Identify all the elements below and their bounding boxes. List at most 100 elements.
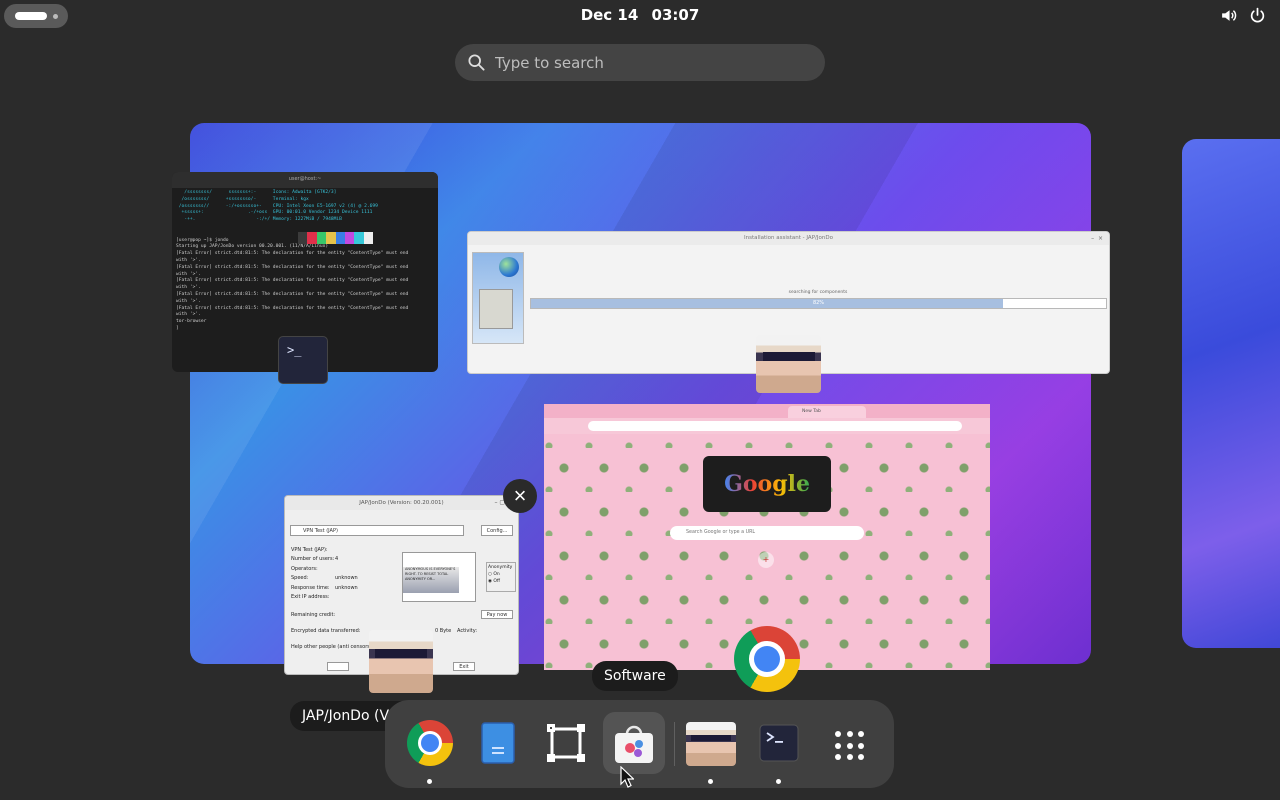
search-icon [468, 54, 485, 71]
jap-info-row: Response time: unknown [291, 584, 358, 593]
jap-info-row: Speed: unknown [291, 574, 358, 583]
terminal-line: /osssssss/ +ssssssso/- Terminal: kgx [181, 196, 309, 202]
dash-item-software[interactable] [603, 712, 665, 774]
jap-info-label: Number of users: [291, 556, 335, 563]
dash-item-chrome[interactable] [399, 712, 461, 784]
installer-title: Installation assistant - JAP/JonDo [744, 235, 833, 241]
terminal-line: -++. -:/+/ Memory: 1227MiB / 7948MiB [184, 217, 342, 223]
jap-activity-label: Activity: [457, 628, 478, 634]
software-icon [615, 725, 653, 763]
computer-icon [479, 289, 513, 329]
chrome-address-bar[interactable] [588, 421, 962, 431]
terminal-line: +sssss+: .-/+oss GPU: 00:01.0 Vendor 123… [181, 210, 373, 216]
terminal-line: with '>'. [176, 298, 201, 304]
dash-item-terminal[interactable] [748, 712, 810, 784]
add-shortcut-icon[interactable]: + [758, 552, 774, 568]
dash-item-show-apps[interactable] [816, 712, 878, 774]
jap-encrypted-value: 0 Byte [435, 628, 452, 634]
jondo-window-app-icon [756, 335, 821, 393]
jap-info-row: Operators: [291, 565, 358, 574]
clock[interactable]: Dec 14 03:07 [0, 6, 1280, 24]
terminal-color-swatch [298, 232, 373, 244]
terminal-line: [Fatal Error] strict.dtd:81:5: The decla… [176, 305, 409, 311]
jap-info-fields: Number of users:4 Operators: Speed: unknown… [291, 555, 358, 602]
top-bar: Dec 14 03:07 [0, 0, 1280, 32]
terminal-titlebar: user@host:~ [172, 172, 438, 188]
jap-help-label: Help other people (anti censorship) [291, 644, 380, 650]
jap-service-select[interactable]: VPN Test (JAP) [290, 525, 464, 536]
workspace-thumbnail-next[interactable] [1182, 139, 1280, 648]
terminal-icon [759, 724, 799, 762]
jap-info-label: Response time: [291, 584, 330, 591]
installer-status: searching for components [788, 290, 848, 295]
terminal-line: tor-browser [176, 319, 207, 325]
terminal-line: [Fatal Error] strict.dtd:81:5: The decla… [176, 264, 409, 270]
clock-date: Dec 14 [580, 6, 639, 24]
jap-ad-banner[interactable]: ANONYMOUS IS EVERYONE'S RIGHT. TO RESIST… [402, 552, 476, 602]
installer-illustration [472, 252, 524, 344]
terminal-line: with '>'. [176, 257, 201, 263]
terminal-line: [Fatal Error] strict.dtd:81:5: The decla… [176, 251, 409, 257]
mouse-pointer-icon [620, 766, 634, 788]
dash [385, 700, 894, 788]
jap-config-button[interactable]: Config... [481, 525, 513, 536]
terminal-line: /osssssss// -:/+ossssso+- CPU: Intel Xeo… [178, 203, 378, 209]
jap-anon-off-radio[interactable]: ◉ Off [488, 578, 514, 585]
jap-info-value: unknown [335, 584, 358, 591]
chrome-tab[interactable]: New Tab [788, 406, 866, 418]
terminal-line: [Fatal Error] strict.dtd:81:5: The decla… [176, 278, 409, 284]
installer-progress-bar: 82% [530, 298, 1107, 309]
jap-anonymity-label: Anonymity [488, 565, 513, 570]
tooltip-software: Software [592, 661, 678, 691]
terminal-line: with '>'. [176, 312, 201, 318]
chrome-window-app-icon [734, 626, 800, 692]
screenshot-icon [547, 724, 585, 762]
jap-ad-text: ANONYMOUS IS EVERYONE'S RIGHT. TO RESIST… [405, 567, 456, 581]
jap-exit-button[interactable]: Exit [453, 662, 475, 671]
installer-close-icon[interactable]: – × [1091, 232, 1103, 245]
jap-titlebar: JAP/JonDo (Version: 00.20.001) – ▢ × [285, 496, 518, 510]
chrome-toolbar [544, 418, 990, 434]
jap-remaining-label: Remaining credit: [291, 612, 336, 618]
volume-icon [1222, 10, 1237, 21]
globe-icon [499, 257, 519, 277]
power-icon [1250, 7, 1265, 23]
dash-item-jondo[interactable] [680, 712, 742, 784]
dash-separator [674, 722, 675, 766]
terminal-line: [user@pop ~]$ jondo [176, 237, 229, 243]
terminal-output: /ssssssss/ sssssss+:- Icons: Adwaita [GT… [172, 188, 438, 335]
running-indicator [776, 779, 781, 784]
google-logo: Google [703, 456, 831, 512]
jap-info-label: Exit IP address: [291, 594, 330, 601]
jap-info-value: unknown [335, 575, 358, 582]
terminal-line: [Fatal Error] strict.dtd:81:5: The decla… [176, 291, 409, 297]
terminal-title: user@host:~ [288, 176, 322, 182]
chrome-tab-strip: New Tab [544, 404, 990, 418]
dash-item-text-editor[interactable] [467, 712, 529, 774]
installer-titlebar: Installation assistant - JAP/JonDo – × [468, 232, 1109, 245]
running-indicator [708, 779, 713, 784]
jap-info-row: Exit IP address: [291, 593, 358, 602]
clock-time: 03:07 [651, 6, 700, 24]
jap-pay-button[interactable]: Pay now [481, 610, 513, 619]
jap-info-label: Operators: [291, 565, 318, 572]
terminal-line: ] [176, 325, 179, 331]
apps-grid-icon [835, 731, 865, 761]
jap-anonymity-group: Anonymity ○ On ◉ Off [486, 562, 516, 592]
search-input[interactable] [495, 44, 815, 81]
chrome-icon [407, 720, 453, 766]
text-editor-icon [481, 722, 515, 764]
search-bar[interactable] [455, 44, 825, 81]
jap-info-row: Number of users:4 [291, 555, 358, 564]
dash-item-screenshot[interactable] [535, 712, 597, 774]
close-window-button[interactable]: × [503, 479, 537, 513]
system-menu[interactable] [1220, 7, 1266, 24]
google-logo-text: Google [724, 471, 810, 497]
google-search-box[interactable]: Search Google or type a URL [670, 526, 864, 540]
jap-anon-on-radio[interactable]: ○ On [488, 571, 514, 578]
running-indicator [427, 779, 432, 784]
installer-progress-label: 82% [812, 300, 825, 306]
jap-info-heading: VPN Test (JAP): [291, 547, 328, 553]
jap-button-1[interactable] [327, 662, 349, 671]
terminal-window-app-icon: >_ [278, 336, 328, 384]
